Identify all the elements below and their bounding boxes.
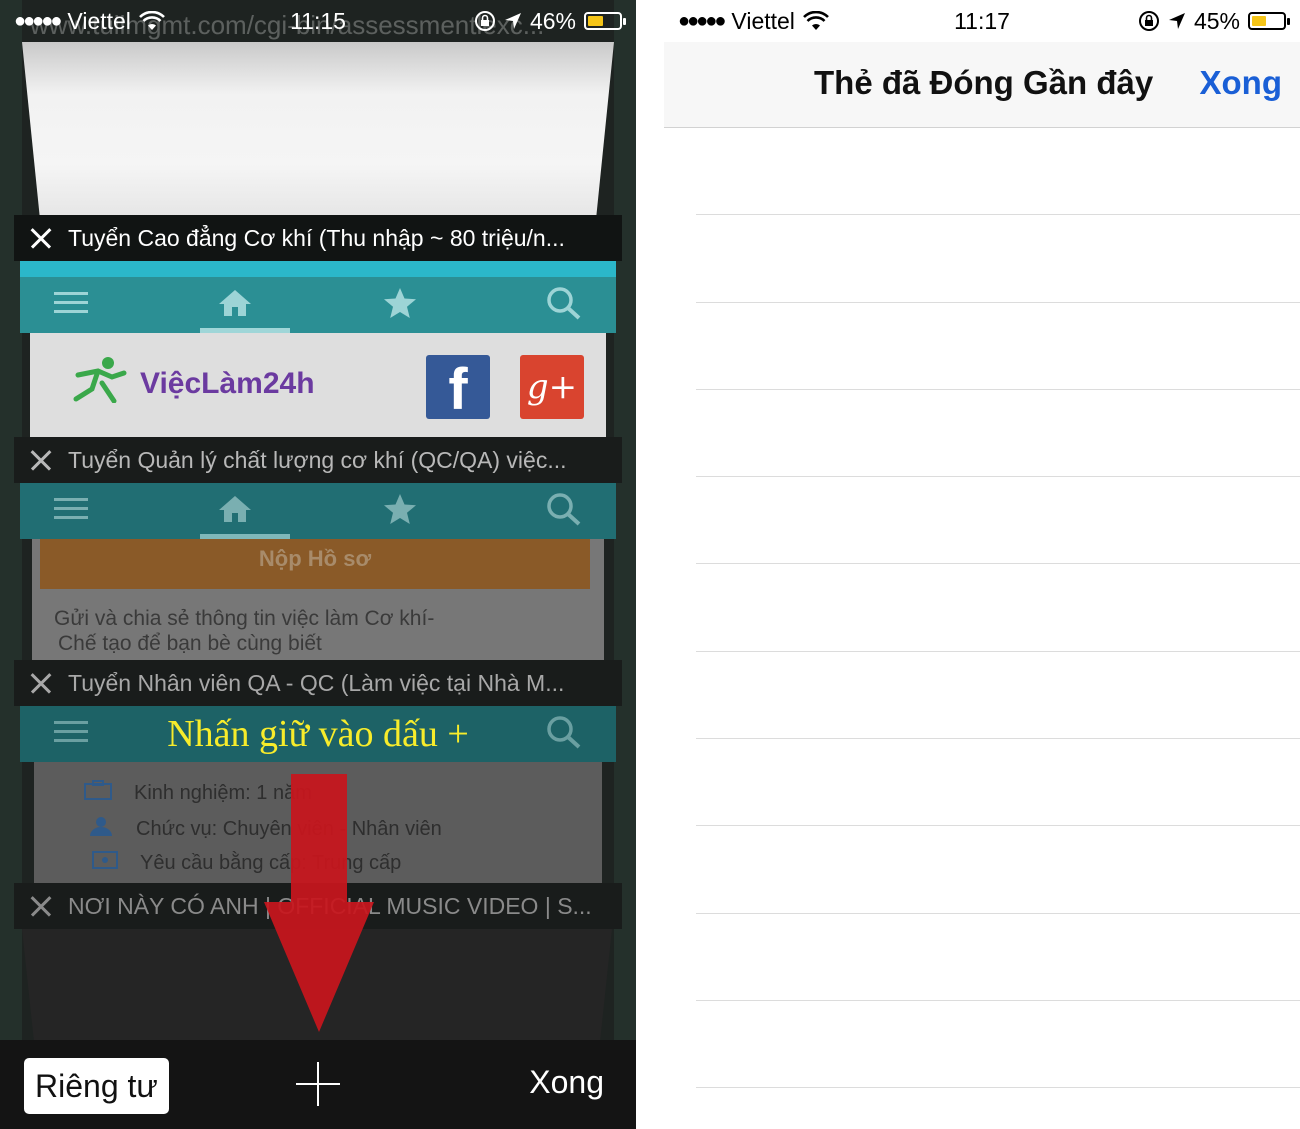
signal-dots-icon: ●●●●●	[14, 9, 62, 32]
tab-switcher-toolbar: Riêng tư Xong	[0, 1040, 636, 1129]
battery-icon	[584, 12, 626, 30]
tab-2-page-content: Nộp Hồ sơ Gửi và chia sẻ thông tin việc …	[32, 539, 604, 661]
list-item	[696, 914, 1300, 1001]
wifi-icon	[803, 11, 829, 31]
certificate-icon	[92, 850, 118, 876]
tab-1-site-navbar	[20, 277, 616, 333]
status-bar: ●●●●● Viettel 11:15 46%	[0, 0, 636, 42]
location-icon	[504, 12, 522, 30]
star-icon	[383, 493, 417, 530]
runner-logo-icon	[68, 355, 130, 408]
facebook-icon: f	[426, 355, 490, 422]
tab-title: Tuyển Quản lý chất lượng cơ khí (QC/QA) …	[68, 446, 567, 473]
tab-header-1[interactable]: Tuyển Cao đẳng Cơ khí (Thu nhập ~ 80 tri…	[14, 215, 622, 261]
done-button[interactable]: Xong	[1200, 64, 1282, 102]
list-item	[696, 128, 1300, 216]
rotation-lock-icon	[1138, 10, 1160, 32]
private-browsing-button[interactable]: Riêng tư	[24, 1058, 169, 1114]
share-text-line-2: Chế tạo để bạn bè cùng biết	[58, 632, 322, 655]
instruction-annotation: Nhấn giữ vào dấu +	[167, 713, 469, 755]
signal-dots-icon: ●●●●●	[678, 9, 726, 32]
list-item	[696, 477, 1300, 565]
carrier-name: Viettel	[67, 7, 131, 34]
list-item	[696, 215, 1300, 303]
home-icon	[217, 288, 253, 323]
list-item	[696, 303, 1300, 390]
close-tab-icon[interactable]	[30, 449, 52, 471]
close-tab-icon[interactable]	[30, 895, 52, 917]
battery-percent: 46%	[529, 7, 576, 34]
list-item	[696, 390, 1300, 478]
home-icon	[217, 494, 253, 529]
submit-cv-button: Nộp Hồ sơ	[40, 539, 590, 589]
tab-title: Tuyển Nhân viên QA - QC (Làm việc tại Nh…	[68, 669, 565, 696]
tab-card-top-page[interactable]	[22, 42, 614, 217]
search-icon	[546, 286, 582, 325]
tab-header-2[interactable]: Tuyển Quản lý chất lượng cơ khí (QC/QA) …	[14, 437, 622, 483]
close-tab-icon[interactable]	[30, 227, 52, 249]
menu-icon	[54, 497, 88, 525]
star-icon	[383, 287, 417, 324]
list-item	[696, 564, 1300, 652]
menu-icon	[54, 291, 88, 319]
share-text-line-1: Gửi và chia sẻ thông tin việc làm Cơ khí…	[54, 607, 435, 630]
carrier-name: Viettel	[731, 7, 795, 34]
red-arrow-down-icon	[262, 774, 376, 1039]
tab-title: Tuyển Cao đẳng Cơ khí (Thu nhập ~ 80 tri…	[68, 224, 565, 251]
rotation-lock-icon	[474, 10, 496, 32]
person-icon	[88, 816, 114, 842]
tab-2-site-navbar	[20, 483, 616, 539]
tab-1-accent-strip	[20, 261, 616, 277]
google-plus-icon: g+	[520, 355, 584, 419]
close-tab-icon[interactable]	[30, 672, 52, 694]
panel-divider	[636, 0, 664, 1129]
site-logo-text: ViệcLàm24h	[140, 367, 315, 400]
battery-icon	[1248, 12, 1290, 30]
battery-percent: 45%	[1193, 7, 1240, 34]
tab-header-3[interactable]: Tuyển Nhân viên QA - QC (Làm việc tại Nh…	[14, 660, 622, 706]
list-item	[696, 652, 1300, 740]
tab-switcher-screen: www.tuilmgmt.com/cgi-bin/assessmentlexc.…	[0, 0, 636, 1129]
list-item	[696, 739, 1300, 827]
search-icon	[546, 492, 582, 531]
new-tab-plus-icon[interactable]	[296, 1062, 340, 1106]
navigation-bar: Thẻ đã Đóng Gần đây Xong	[664, 42, 1300, 128]
tab-1-page-content: ViệcLàm24h f g+	[30, 333, 606, 438]
recently-closed-list	[664, 128, 1300, 1089]
list-item	[696, 1001, 1300, 1089]
list-item	[696, 826, 1300, 914]
recently-closed-tabs-screen: ●●●●● Viettel 11:17 45% Thẻ đã Đóng Gần …	[664, 0, 1300, 1129]
done-button[interactable]: Xong	[529, 1064, 604, 1101]
briefcase-icon	[84, 780, 112, 806]
page-title: Thẻ đã Đóng Gần đây	[814, 64, 1154, 101]
status-bar: ●●●●● Viettel 11:17 45%	[664, 0, 1300, 42]
wifi-icon	[139, 11, 165, 31]
location-icon	[1168, 12, 1186, 30]
